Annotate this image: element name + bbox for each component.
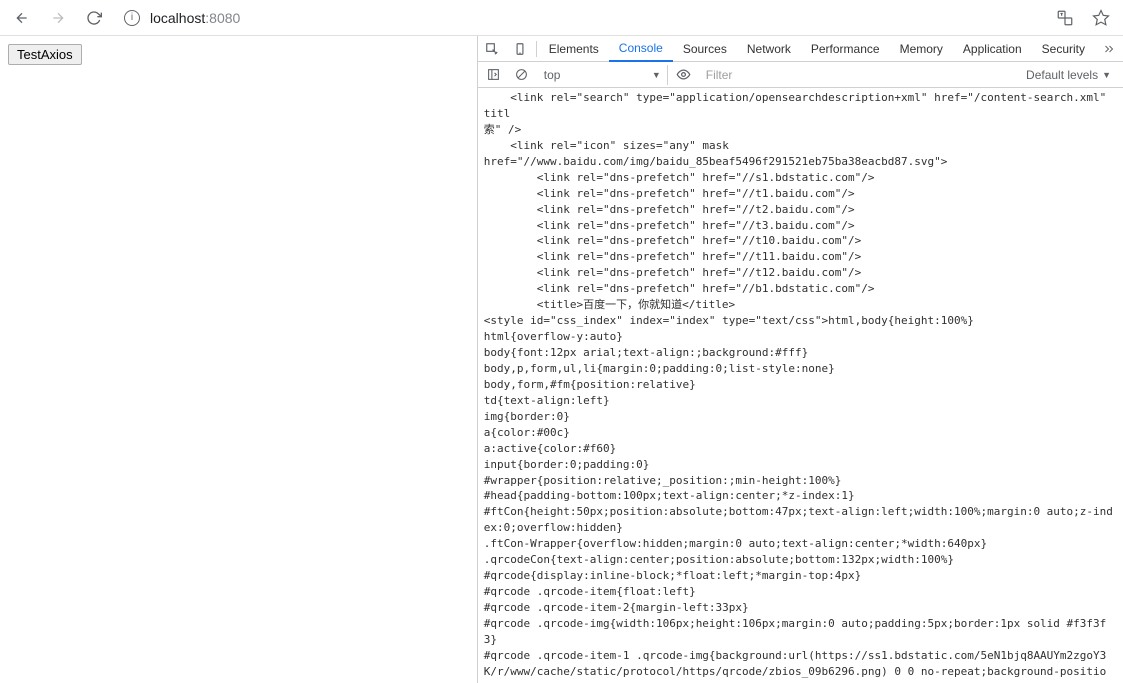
tab-sources[interactable]: Sources [673, 36, 737, 62]
console-line: <link rel="dns-prefetch" href="//s1.bdst… [484, 170, 1117, 186]
tab-security[interactable]: Security [1032, 36, 1095, 62]
console-filter-input[interactable] [700, 65, 867, 85]
console-output[interactable]: <link rel="search" type="application/ope… [478, 88, 1123, 683]
console-line: img{border:0} [484, 409, 1117, 425]
console-toolbar: top ▼ Default levels ▼ [478, 62, 1123, 88]
site-info-icon[interactable]: i [124, 10, 140, 26]
forward-button[interactable] [44, 4, 72, 32]
console-line: <link rel="dns-prefetch" href="//t3.baid… [484, 218, 1117, 234]
clear-console-icon[interactable] [510, 63, 534, 87]
console-line: td{text-align:left} [484, 393, 1117, 409]
console-line: #qrcode .qrcode-item-1 .qrcode-img{backg… [484, 648, 1117, 683]
console-line: <link rel="dns-prefetch" href="//t1.baid… [484, 186, 1117, 202]
tab-memory[interactable]: Memory [890, 36, 953, 62]
live-expression-icon[interactable] [672, 63, 696, 87]
console-line: html{overflow-y:auto} [484, 329, 1117, 345]
tab-application[interactable]: Application [953, 36, 1032, 62]
console-line: .ftCon-Wrapper{overflow:hidden;margin:0 … [484, 536, 1117, 552]
url-text: localhost:8080 [150, 10, 240, 26]
console-line: <link rel="dns-prefetch" href="//b1.bdst… [484, 281, 1117, 297]
execution-context-selector[interactable]: top ▼ [538, 65, 668, 85]
tab-console[interactable]: Console [609, 36, 673, 62]
console-line: .qrcodeCon{text-align:center;position:ab… [484, 552, 1117, 568]
console-line: #head{padding-bottom:100px;text-align:ce… [484, 488, 1117, 504]
console-sidebar-toggle-icon[interactable] [482, 63, 506, 87]
devtools-panel: Elements Console Sources Network Perform… [477, 36, 1123, 683]
devtools-tabbar: Elements Console Sources Network Perform… [478, 36, 1123, 62]
console-line: <link rel="dns-prefetch" href="//t2.baid… [484, 202, 1117, 218]
chevron-down-icon: ▼ [1102, 70, 1111, 80]
tab-elements[interactable]: Elements [539, 36, 609, 62]
console-line: #qrcode .qrcode-img{width:106px;height:1… [484, 616, 1117, 648]
translate-icon[interactable] [1051, 4, 1079, 32]
console-line: #qrcode .qrcode-item{float:left} [484, 584, 1117, 600]
back-button[interactable] [8, 4, 36, 32]
console-line: <link rel="icon" sizes="any" mask [484, 138, 1117, 154]
inspect-element-icon[interactable] [478, 36, 506, 62]
more-tabs-icon[interactable] [1095, 36, 1123, 62]
levels-label: Default levels [1026, 68, 1098, 82]
console-line: <link rel="dns-prefetch" href="//t12.bai… [484, 265, 1117, 281]
browser-toolbar: i localhost:8080 [0, 0, 1123, 36]
page-content: TestAxios [0, 36, 477, 683]
console-line: body{font:12px arial;text-align:;backgro… [484, 345, 1117, 361]
console-line: input{border:0;padding:0} [484, 457, 1117, 473]
console-line: #wrapper{position:relative;_position:;mi… [484, 473, 1117, 489]
reload-button[interactable] [80, 4, 108, 32]
console-line: a{color:#00c} [484, 425, 1117, 441]
console-line: #qrcode{display:inline-block;*float:left… [484, 568, 1117, 584]
test-axios-button[interactable]: TestAxios [8, 44, 82, 65]
device-toolbar-icon[interactable] [506, 36, 534, 62]
console-line: body,form,#fm{position:relative} [484, 377, 1117, 393]
console-line: a:active{color:#f60} [484, 441, 1117, 457]
address-bar[interactable]: i localhost:8080 [116, 4, 1043, 32]
tab-performance[interactable]: Performance [801, 36, 890, 62]
console-line: #qrcode .qrcode-item-2{margin-left:33px} [484, 600, 1117, 616]
console-line: <title>百度一下，你就知道</title> [484, 297, 1117, 313]
separator [536, 41, 537, 57]
bookmark-star-icon[interactable] [1087, 4, 1115, 32]
console-line: <link rel="dns-prefetch" href="//t10.bai… [484, 233, 1117, 249]
console-line: <link rel="search" type="application/ope… [484, 90, 1117, 122]
tab-network[interactable]: Network [737, 36, 801, 62]
console-line: #ftCon{height:50px;position:absolute;bot… [484, 504, 1117, 536]
console-line: 索" /> [484, 122, 1117, 138]
chevron-down-icon: ▼ [652, 70, 661, 80]
context-label: top [544, 68, 561, 82]
console-line: <style id="css_index" index="index" type… [484, 313, 1117, 329]
console-line: href="//www.baidu.com/img/baidu_85beaf54… [484, 154, 1117, 170]
log-level-selector[interactable]: Default levels ▼ [1018, 68, 1119, 82]
console-line: <link rel="dns-prefetch" href="//t11.bai… [484, 249, 1117, 265]
console-line: body,p,form,ul,li{margin:0;padding:0;lis… [484, 361, 1117, 377]
